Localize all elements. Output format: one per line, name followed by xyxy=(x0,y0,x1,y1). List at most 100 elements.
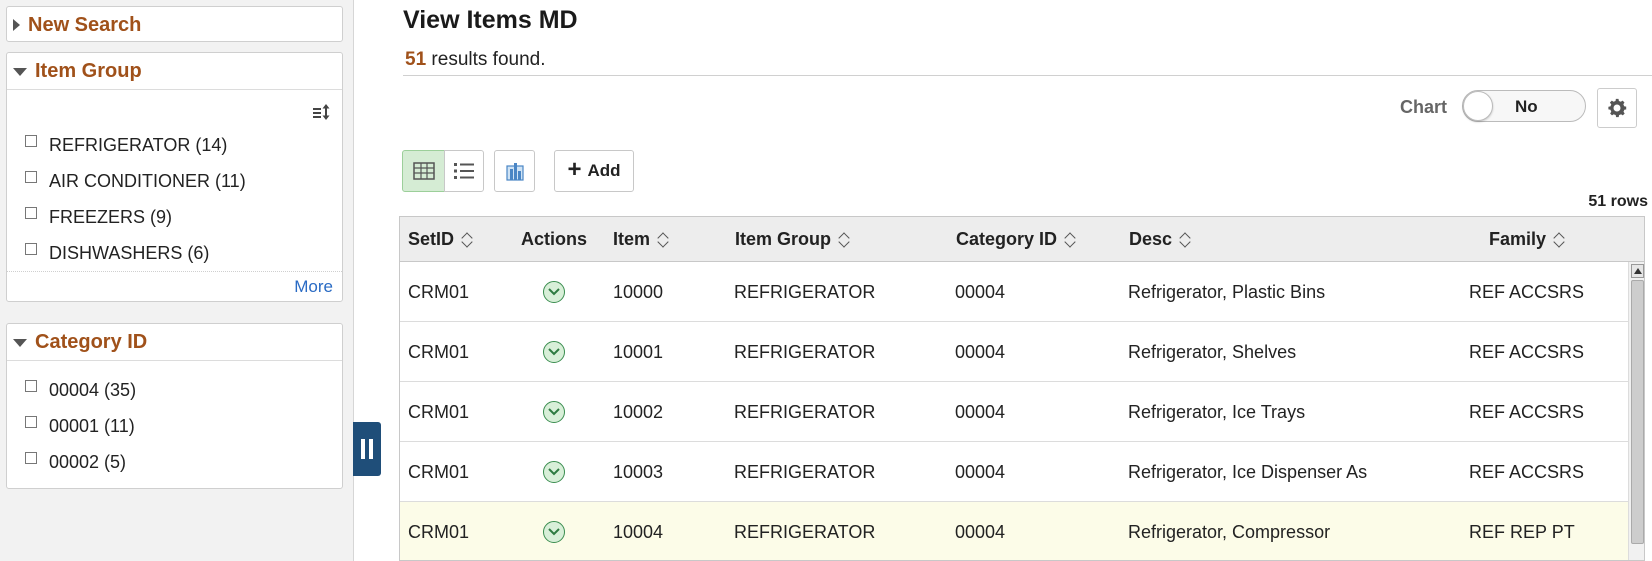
table-row[interactable]: CRM01 10001 REFRIGERATOR 00004 Refrigera… xyxy=(400,322,1628,382)
toggle-knob[interactable] xyxy=(1463,91,1493,121)
facet-item-label: FREEZERS (9) xyxy=(49,206,173,227)
list-view-button[interactable] xyxy=(444,150,484,192)
chevron-down-circle-icon[interactable] xyxy=(543,521,565,543)
vertical-scrollbar[interactable] xyxy=(1628,262,1644,560)
table-row[interactable]: CRM01 10000 REFRIGERATOR 00004 Refrigera… xyxy=(400,262,1628,322)
table-row[interactable]: CRM01 10002 REFRIGERATOR 00004 Refrigera… xyxy=(400,382,1628,442)
cell-item-group: REFRIGERATOR xyxy=(734,461,876,482)
add-button[interactable]: + Add xyxy=(554,150,634,192)
column-header-family[interactable]: Family xyxy=(1489,217,1564,262)
column-header-label: SetID xyxy=(408,229,455,249)
grid-view-icon xyxy=(412,162,435,180)
cell-item: 10000 xyxy=(613,281,664,302)
chevron-down-circle-icon[interactable] xyxy=(543,401,565,423)
column-header-category-id[interactable]: Category ID xyxy=(956,217,1075,262)
facet-item-00002[interactable]: 00002 (5) xyxy=(25,451,126,473)
cell-desc: Refrigerator, Shelves xyxy=(1128,341,1297,362)
cell-family: REF ACCSRS xyxy=(1469,341,1585,362)
cell-category-id: 00004 xyxy=(955,341,1006,362)
column-header-item-group[interactable]: Item Group xyxy=(735,217,849,262)
sort-arrows-icon xyxy=(658,233,668,247)
new-search-label: New Search xyxy=(28,13,142,36)
checkbox[interactable] xyxy=(25,171,37,183)
add-label: Add xyxy=(587,161,621,180)
checkbox[interactable] xyxy=(25,416,37,428)
cell-desc: Refrigerator, Ice Dispenser As xyxy=(1128,461,1368,482)
row-actions[interactable] xyxy=(543,262,565,322)
facet-item-air-conditioner[interactable]: AIR CONDITIONER (11) xyxy=(25,170,246,192)
item-group-facet: Item Group REFRIGERATOR (14) AIR CONDITI… xyxy=(6,52,343,302)
column-header-item[interactable]: Item xyxy=(613,217,668,262)
items-grid: SetID Actions Item Item Group Category I… xyxy=(399,216,1645,561)
new-search-header[interactable]: New Search xyxy=(7,7,342,43)
results-count: 51 xyxy=(405,49,427,70)
chart-label: Chart xyxy=(1400,97,1448,117)
sort-arrows-icon xyxy=(839,233,849,247)
row-actions[interactable] xyxy=(543,502,565,560)
rows-count: 51 rows xyxy=(1588,193,1648,210)
new-search-section[interactable]: New Search xyxy=(6,6,343,42)
list-view-icon xyxy=(454,163,474,179)
item-group-header[interactable]: Item Group xyxy=(7,53,342,89)
chart-toggle-value: No xyxy=(1515,97,1538,116)
checkbox[interactable] xyxy=(25,135,37,147)
row-actions[interactable] xyxy=(543,322,565,382)
page-title: View Items MD xyxy=(403,6,578,34)
pause-bar-icon xyxy=(361,439,365,459)
sort-arrows-icon xyxy=(1065,233,1075,247)
cell-family: REF ACCSRS xyxy=(1469,461,1585,482)
cell-setid: CRM01 xyxy=(408,461,470,482)
category-id-header[interactable]: Category ID xyxy=(7,324,342,360)
row-actions[interactable] xyxy=(543,442,565,502)
settings-button[interactable] xyxy=(1597,88,1637,128)
chevron-down-circle-icon[interactable] xyxy=(543,341,565,363)
title-divider xyxy=(403,75,1652,76)
column-header-label: Family xyxy=(1489,229,1547,249)
checkbox[interactable] xyxy=(25,243,37,255)
column-header-setid[interactable]: SetID xyxy=(408,217,472,262)
category-id-body: 00004 (35) 00001 (11) 00002 (5) xyxy=(7,360,342,488)
sort-arrows-icon xyxy=(1554,233,1564,247)
chart-toggle[interactable]: No xyxy=(1462,90,1586,122)
scroll-thumb[interactable] xyxy=(1631,280,1644,544)
column-header-label: Item xyxy=(613,229,651,249)
cell-family: REF ACCSRS xyxy=(1469,281,1585,302)
chevron-down-circle-icon[interactable] xyxy=(543,281,565,303)
item-group-body: REFRIGERATOR (14) AIR CONDITIONER (11) F… xyxy=(7,89,342,301)
cell-setid: CRM01 xyxy=(408,341,470,362)
facet-item-label: 00002 (5) xyxy=(49,451,127,472)
checkbox[interactable] xyxy=(25,452,37,464)
cell-category-id: 00004 xyxy=(955,521,1006,542)
grid-view-button[interactable] xyxy=(402,150,445,192)
chevron-down-circle-icon[interactable] xyxy=(543,461,565,483)
results-summary: 51 results found. xyxy=(405,49,545,71)
column-header-desc[interactable]: Desc xyxy=(1129,217,1190,262)
scroll-up-arrow-icon[interactable] xyxy=(1631,264,1644,278)
table-row[interactable]: CRM01 10003 REFRIGERATOR 00004 Refrigera… xyxy=(400,442,1628,502)
pivot-chart-button[interactable] xyxy=(494,150,535,192)
sort-arrows-icon xyxy=(1180,233,1190,247)
cell-item: 10002 xyxy=(613,401,664,422)
facet-item-00004[interactable]: 00004 (35) xyxy=(25,379,136,401)
table-row[interactable]: CRM01 10004 REFRIGERATOR 00004 Refrigera… xyxy=(400,502,1628,560)
cell-item: 10004 xyxy=(613,521,664,542)
grid-header: SetID Actions Item Item Group Category I… xyxy=(400,217,1644,262)
sort-icon[interactable] xyxy=(312,102,332,122)
cell-desc: Refrigerator, Ice Trays xyxy=(1128,401,1306,422)
facet-item-refrigerator[interactable]: REFRIGERATOR (14) xyxy=(25,134,227,156)
checkbox[interactable] xyxy=(25,207,37,219)
facet-item-freezers[interactable]: FREEZERS (9) xyxy=(25,206,172,228)
more-link[interactable]: More xyxy=(294,277,333,297)
facet-item-dishwashers[interactable]: DISHWASHERS (6) xyxy=(25,242,209,264)
row-actions[interactable] xyxy=(543,382,565,442)
cell-setid: CRM01 xyxy=(408,281,470,302)
plus-icon: + xyxy=(567,156,582,183)
facet-item-label: 00004 (35) xyxy=(49,379,137,400)
pivot-chart-icon xyxy=(505,163,524,181)
facet-item-00001[interactable]: 00001 (11) xyxy=(25,415,135,437)
panel-collapse-handle[interactable] xyxy=(353,422,381,476)
cell-category-id: 00004 xyxy=(955,461,1006,482)
column-header-label: Desc xyxy=(1129,229,1173,249)
checkbox[interactable] xyxy=(25,380,37,392)
cell-item: 10003 xyxy=(613,461,664,482)
